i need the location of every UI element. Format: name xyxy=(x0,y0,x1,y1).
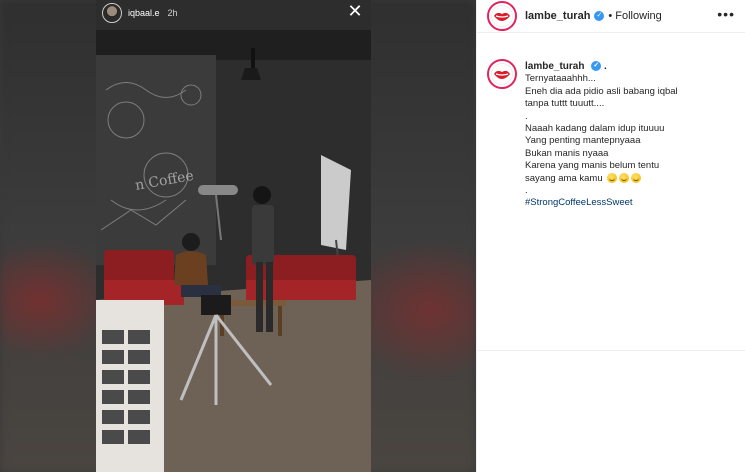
caption-line: Bukan manis nyaaa xyxy=(525,147,609,159)
following-button[interactable]: Following xyxy=(615,10,661,22)
caption-text: lambe_turah ✓ . Ternyataaahhh... Eneh di… xyxy=(525,59,725,210)
caption-avatar[interactable] xyxy=(487,59,517,89)
lips-logo-icon xyxy=(491,63,513,85)
caption-line: Ternyataaahhh... xyxy=(525,73,596,85)
caption-line: . xyxy=(525,185,528,197)
caption-line: Naaah kadang dalam idup ituuuu xyxy=(525,123,665,135)
caption-header: lambe_turah ✓ . xyxy=(525,61,725,73)
video-scene-image: n Coffee xyxy=(96,0,371,472)
caption-line: Eneh dia ada pidio asli babang iqbal xyxy=(525,85,678,97)
post-media[interactable]: n Coffee iqbaal.e 2h ✕ xyxy=(0,0,476,472)
story-username[interactable]: iqbaal.e xyxy=(128,8,160,18)
caption-suffix: . xyxy=(604,61,607,72)
caption-line-text: sayang ama kamu xyxy=(525,172,603,184)
caption-emoji-line: sayang ama kamu xyxy=(525,173,725,185)
close-icon[interactable]: ✕ xyxy=(345,2,365,20)
story-video-frame[interactable]: n Coffee iqbaal.e 2h ✕ xyxy=(96,0,371,472)
hashtag-link[interactable]: #StrongCoffeeLessSweet xyxy=(525,197,725,209)
verified-badge-icon: ✓ xyxy=(591,61,602,72)
caption-line: Karena yang manis belum tentu xyxy=(525,160,660,172)
header-separator: • xyxy=(608,10,613,22)
caption-username[interactable]: lambe_turah xyxy=(525,61,584,72)
account-avatar[interactable] xyxy=(487,1,517,31)
caption-line: tanpa tuttt tuuutt.... xyxy=(525,98,605,110)
smile-emoji-icon xyxy=(607,173,618,184)
verified-badge-icon: ✓ xyxy=(594,11,605,21)
story-user-avatar[interactable] xyxy=(102,3,122,23)
account-username[interactable]: lambe_turah xyxy=(525,10,590,22)
more-horizontal-icon[interactable]: ••• xyxy=(717,7,735,21)
caption-line: Yang penting mantepnyaaa xyxy=(525,135,641,147)
smile-emoji-icon xyxy=(619,173,630,184)
post-details-panel: lambe_turah ✓ • Following ••• lambe_tura… xyxy=(476,0,745,472)
story-timestamp: 2h xyxy=(167,8,178,18)
lips-logo-icon xyxy=(491,5,513,27)
caption-line: . xyxy=(525,110,528,122)
story-header: iqbaal.e 2h ✕ xyxy=(96,0,371,26)
smile-emoji-icon xyxy=(631,173,642,184)
comments-divider xyxy=(477,350,745,351)
emoji-group xyxy=(607,173,642,184)
post-header: lambe_turah ✓ • Following ••• xyxy=(477,0,745,33)
caption: lambe_turah ✓ . Ternyataaahhh... Eneh di… xyxy=(477,33,745,210)
